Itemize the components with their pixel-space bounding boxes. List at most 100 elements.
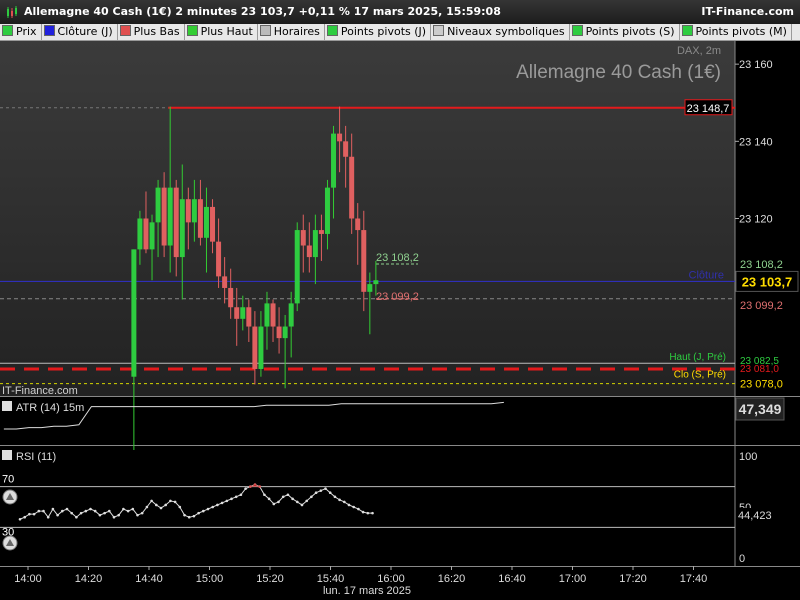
- atr-last-value: 47,349: [739, 401, 782, 417]
- candle-body: [179, 199, 185, 258]
- lower-band-label: 23 099,2: [376, 291, 419, 303]
- title-bar: Allemagne 40 Cash (1€) 2 minutes 23 103,…: [0, 0, 800, 25]
- rsi-point: [202, 509, 205, 513]
- rsi-icon: [2, 450, 12, 460]
- watermark: IT-Finance.com: [2, 385, 78, 397]
- rsi-point: [103, 511, 106, 515]
- lower-band-axis-label: 23 099,2: [740, 300, 783, 312]
- toolbar-item-label: Points pivots (S): [585, 25, 675, 38]
- rsi-point: [263, 493, 266, 497]
- candle-body: [337, 133, 343, 142]
- rsi-point: [183, 513, 186, 517]
- rsi-point: [347, 503, 351, 507]
- rsi-point: [23, 515, 27, 519]
- toolbar-item-points-pivots-s[interactable]: Points pivots (S): [570, 24, 680, 40]
- window-title: Allemagne 40 Cash (1€) 2 minutes 23 103,…: [24, 5, 501, 18]
- rsi-point: [84, 509, 88, 513]
- upper-band-label: 23 108,2: [376, 252, 419, 264]
- x-tick-label: 15:20: [256, 573, 284, 585]
- rsi-point: [361, 510, 365, 514]
- candle-body: [367, 284, 373, 292]
- chart-title: Allemagne 40 Cash (1€): [516, 62, 721, 83]
- x-tick-label: 16:20: [438, 573, 466, 585]
- main-pane-background: [0, 41, 735, 396]
- rsi-point: [28, 512, 31, 516]
- candle-body: [264, 303, 270, 327]
- atr-title: ATR (14) 15m: [16, 402, 84, 414]
- chart-window: Allemagne 40 Cash (1€) 2 minutes 23 103,…: [0, 0, 800, 600]
- candle-body: [282, 326, 288, 339]
- toolbar-item-plus-haut[interactable]: Plus Haut: [185, 24, 258, 40]
- toolbar-item-points-pivots-m[interactable]: Points pivots (M): [680, 24, 792, 40]
- rsi-point: [272, 502, 276, 506]
- rsi-point: [234, 495, 238, 499]
- rsi-point: [155, 503, 158, 507]
- x-tick-label: 14:00: [14, 573, 42, 585]
- toggle-swatch-icon: [43, 25, 55, 36]
- rsi-point: [70, 511, 73, 515]
- rsi-point: [220, 501, 224, 505]
- candle-body: [246, 307, 252, 327]
- rsi-point: [206, 507, 210, 511]
- rsi-point: [352, 505, 356, 509]
- rsi-point: [61, 509, 64, 513]
- rsi-level-label: 70: [2, 474, 14, 486]
- close-label: Clôture: [689, 269, 724, 281]
- rsi-point: [211, 505, 214, 509]
- toolbar-item-prix[interactable]: Prix: [0, 24, 42, 40]
- rsi-point: [324, 487, 327, 490]
- y-tick-label: 23 160: [739, 59, 773, 71]
- x-tick-label: 14:20: [75, 573, 103, 585]
- rsi-point: [371, 511, 374, 515]
- rsi-point: [32, 512, 36, 516]
- x-tick-label: 15:40: [317, 573, 345, 585]
- toolbar-item-cl-ture-j[interactable]: Clôture (J): [42, 24, 118, 40]
- rsi-point: [173, 500, 177, 504]
- x-tick-label: 16:00: [377, 573, 405, 585]
- rsi-point: [310, 495, 313, 499]
- rsi-point: [249, 485, 252, 488]
- rsi-point: [192, 514, 196, 518]
- rsi-tick-label: 100: [739, 451, 757, 463]
- rsi-point: [51, 507, 55, 511]
- rsi-point: [56, 513, 59, 517]
- toggle-swatch-icon: [119, 25, 131, 36]
- x-tick-label: 15:00: [196, 573, 224, 585]
- chart-app-icon: [7, 6, 17, 18]
- toggle-swatch-icon: [681, 25, 693, 36]
- candle-body: [173, 187, 179, 258]
- candle-body: [216, 241, 222, 277]
- toolbar-item-horaires[interactable]: Horaires: [258, 24, 325, 40]
- upper-band-axis-label: 23 108,2: [740, 259, 783, 271]
- candle-body: [324, 187, 330, 234]
- toolbar-item-label: Niveaux symboliques: [447, 25, 565, 38]
- toolbar-item-points-pivots-j[interactable]: Points pivots (J): [325, 24, 432, 40]
- rsi-point: [140, 511, 144, 515]
- toolbar-item-label: Clôture (J): [57, 25, 113, 38]
- candle-body: [343, 141, 349, 157]
- candle-body: [167, 187, 173, 246]
- toolbar-item-niveaux-symboliques[interactable]: Niveaux symboliques: [431, 24, 570, 40]
- rsi-point: [300, 503, 304, 507]
- candle-body: [361, 230, 367, 292]
- toggle-swatch-icon: [186, 25, 198, 36]
- rsi-title: RSI (11): [16, 451, 56, 463]
- candle-body: [270, 303, 276, 327]
- candle-body: [228, 287, 234, 308]
- rsi-point: [296, 500, 299, 504]
- candle-body: [161, 187, 167, 246]
- site-name: IT-Finance.com: [701, 5, 794, 18]
- toolbar-item-label: Plus Haut: [200, 25, 253, 38]
- candle-body: [318, 230, 324, 234]
- candle-body: [191, 199, 197, 223]
- prev-high-label: Haut (J, Pré): [669, 352, 726, 363]
- toolbar-item-plus-bas[interactable]: Plus Bas: [118, 24, 185, 40]
- rsi-point: [343, 500, 346, 504]
- rsi-point: [42, 509, 45, 513]
- rsi-point: [216, 503, 219, 507]
- rsi-point: [366, 511, 370, 515]
- rsi-tick-label: 0: [739, 553, 745, 565]
- candle-body: [306, 245, 312, 258]
- rsi-point: [150, 499, 153, 503]
- candle-body: [155, 187, 161, 223]
